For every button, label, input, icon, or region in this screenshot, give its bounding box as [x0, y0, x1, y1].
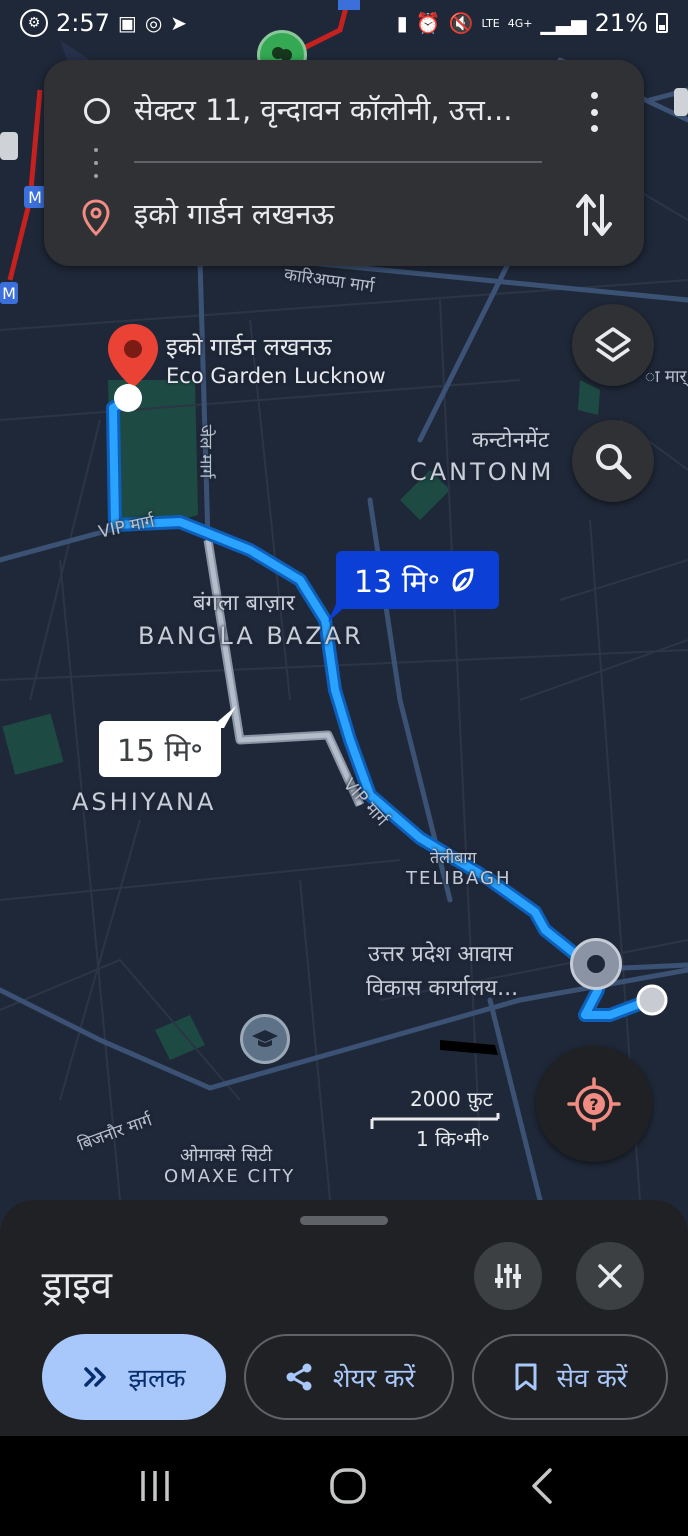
- origin-field[interactable]: सेक्टर 11, वृन्दावन कॉलोनी, उत्त...: [44, 60, 644, 160]
- recents-icon: [141, 1471, 169, 1501]
- swap-icon[interactable]: [572, 190, 616, 240]
- back-button[interactable]: [520, 1466, 564, 1506]
- my-location-button[interactable]: ?: [536, 1046, 652, 1162]
- travel-mode-title: ड्राइव: [42, 1263, 112, 1307]
- preview-label: झलक: [128, 1364, 186, 1394]
- area-ashiyana: ASHIYANA: [72, 788, 217, 816]
- route-options-button[interactable]: [474, 1242, 542, 1310]
- sheet-drag-handle[interactable]: [300, 1216, 388, 1225]
- back-icon: [532, 1468, 552, 1504]
- search-icon: [596, 444, 632, 480]
- battery-icon: [656, 13, 668, 33]
- area-telibagh-hi: तेलीबाग: [430, 848, 477, 867]
- signal-icon: ▁▃▅: [540, 11, 587, 35]
- tune-icon: [495, 1264, 521, 1288]
- bookmark-icon: [515, 1363, 537, 1391]
- data-saver-icon: ▮: [396, 11, 408, 35]
- eco-leaf-icon: [452, 568, 474, 592]
- whatsapp-icon: ◎: [144, 11, 163, 35]
- destination-marker-icon: [82, 199, 110, 237]
- destination-text[interactable]: इको गार्डन लखनऊ: [134, 194, 334, 233]
- eta-alternate-tail: [210, 706, 236, 728]
- metro-icon: M: [24, 186, 46, 208]
- bus-station-icon: [674, 88, 688, 116]
- share-label: शेयर करें: [332, 1364, 416, 1394]
- more-options-icon[interactable]: [582, 92, 606, 132]
- area-bangla-bazar-en: BANGLA BAZAR: [138, 622, 364, 650]
- road-label-edge: ा मार्: [645, 367, 687, 387]
- gallery-icon: ▣: [117, 11, 137, 35]
- preview-button[interactable]: झलक: [42, 1334, 226, 1420]
- area-cantonment-en: CANTONM: [410, 458, 555, 486]
- recents-button[interactable]: [130, 1466, 180, 1506]
- area-omaxe-en: OMAXE CITY: [164, 1166, 296, 1187]
- network-type: LTE: [481, 16, 500, 30]
- status-bar: ⚙ 2:57 ▣ ◎ ➤ ▮ ⏰ 🔇 LTE 4G+ ▁▃▅ 21%: [0, 0, 688, 46]
- battery-level: 21%: [594, 9, 648, 37]
- screen-record-icon: ⚙: [20, 9, 48, 37]
- area-cantonment-hi: कन्टोनमेंट: [472, 428, 550, 453]
- place-up-awas-line2: विकास कार्यालय...: [366, 976, 519, 1001]
- layers-button[interactable]: [572, 304, 654, 386]
- metro-station-icon: [0, 132, 18, 160]
- save-label: सेव करें: [556, 1364, 628, 1394]
- place-up-awas: उत्तर प्रदेश आवास: [368, 942, 513, 967]
- area-omaxe-hi: ओमाक्से सिटी: [180, 1145, 272, 1166]
- save-button[interactable]: सेव करें: [472, 1334, 668, 1420]
- eta-primary-text: 13 मि॰: [354, 564, 441, 600]
- origin-text[interactable]: सेक्टर 11, वृन्दावन कॉलोनी, उत्त...: [134, 90, 512, 129]
- destination-name-en: Eco Garden Lucknow: [166, 364, 386, 388]
- layers-icon: [595, 327, 631, 362]
- close-button[interactable]: [576, 1242, 644, 1310]
- scale-imperial: 2000 फ़ुट: [410, 1087, 493, 1111]
- mute-icon: 🔇: [448, 11, 474, 35]
- eta-primary-tail: [328, 604, 348, 622]
- origin-circle-icon: [84, 98, 110, 124]
- search-along-route-button[interactable]: [572, 420, 654, 502]
- field-divider: [134, 161, 542, 163]
- area-telibagh-en: TELIBAGH: [406, 868, 512, 889]
- destination-field[interactable]: इको गार्डन लखनऊ: [44, 166, 644, 266]
- metro-icon-2: M: [0, 282, 18, 304]
- telegram-icon: ➤: [170, 11, 188, 35]
- office-poi-icon[interactable]: [570, 938, 622, 990]
- area-bangla-bazar-hi: बंगला बाज़ार: [193, 591, 295, 616]
- alarm-icon: ⏰: [415, 11, 441, 35]
- scale-metric: 1 कि॰मी॰: [416, 1127, 490, 1151]
- destination-pin[interactable]: [106, 322, 160, 418]
- home-button[interactable]: [322, 1466, 374, 1506]
- school-poi-icon[interactable]: [240, 1014, 290, 1064]
- share-icon: [286, 1363, 312, 1391]
- share-button[interactable]: शेयर करें: [244, 1334, 454, 1420]
- system-nav-bar: [0, 1436, 688, 1536]
- location-help-icon: ?: [567, 1077, 621, 1131]
- eta-alternate-bubble[interactable]: 15 मि॰: [99, 721, 221, 777]
- bottom-sheet: ड्राइव झलक शेयर करें सेव करें: [0, 1200, 688, 1436]
- directions-card: सेक्टर 11, वृन्दावन कॉलोनी, उत्त... इको …: [44, 60, 644, 266]
- network-gen: 4G+: [507, 16, 533, 30]
- road-label-jail: जेल मार्ग: [195, 424, 216, 479]
- eta-alternate-text: 15 मि॰: [116, 733, 204, 769]
- home-icon: [330, 1468, 366, 1504]
- close-icon: [598, 1264, 622, 1288]
- chevrons-right-icon: [84, 1367, 107, 1387]
- destination-name-hi: इको गार्डन लखनऊ: [166, 333, 332, 361]
- eta-primary-bubble[interactable]: 13 मि॰: [336, 551, 499, 609]
- status-time: 2:57: [56, 9, 110, 37]
- svg-text:?: ?: [589, 1095, 598, 1114]
